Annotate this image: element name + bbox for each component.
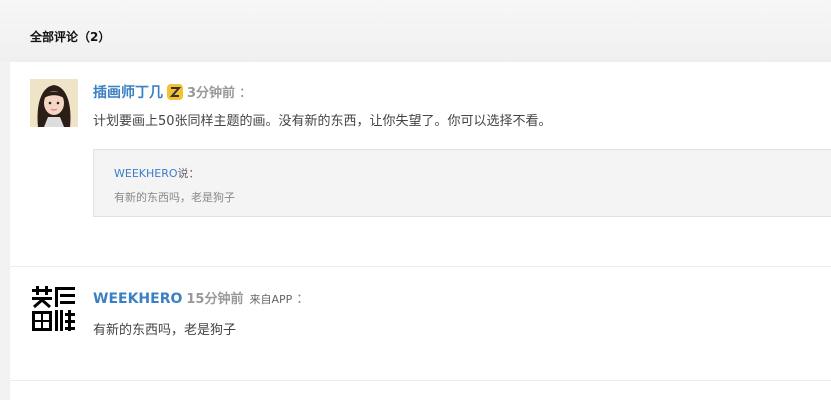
quote-text: 有新的东西吗，老是狗子 xyxy=(114,191,235,204)
z-badge-icon xyxy=(167,84,183,100)
comment-item: WEEKHERO 15分钟前 来自APP： 有新的东西吗，老是狗子 xyxy=(10,267,831,381)
comment-item: 插画师丁几 3分钟前： 计划要画上50张同样主题的画。没有新的东西，让你失望了。你… xyxy=(10,62,831,267)
comment-meta: WEEKHERO 15分钟前 来自APP： xyxy=(93,288,309,307)
meta-colon: ： xyxy=(296,292,310,307)
weekhero-logo-icon xyxy=(30,285,78,333)
quote-author: WEEKHERO说： xyxy=(114,165,200,181)
girl-avatar-icon xyxy=(30,79,78,127)
meta-colon: ： xyxy=(239,86,253,101)
comment-text: 计划要画上50张同样主题的画。没有新的东西，让你失望了。你可以选择不看。 xyxy=(93,114,552,129)
quote-said-label: 说： xyxy=(177,167,200,180)
comment-time: 3分钟前 xyxy=(187,86,236,101)
comment-meta: 插画师丁几 3分钟前： xyxy=(93,82,252,102)
quote-username-link[interactable]: WEEKHERO xyxy=(114,167,178,180)
comments-header: 全部评论（2） xyxy=(0,0,831,62)
comments-count-title: 全部评论（2） xyxy=(30,30,111,44)
username-link[interactable]: 插画师丁几 xyxy=(93,85,163,101)
avatar[interactable] xyxy=(30,79,78,127)
comments-panel: 插画师丁几 3分钟前： 计划要画上50张同样主题的画。没有新的东西，让你失望了。你… xyxy=(10,62,831,400)
quoted-reply: WEEKHERO说： 有新的东西吗，老是狗子 xyxy=(93,149,831,217)
comment-time: 15分钟前 xyxy=(186,292,244,307)
comment-source: 来自APP xyxy=(249,293,293,306)
avatar[interactable] xyxy=(30,285,78,333)
comment-text: 有新的东西吗，老是狗子 xyxy=(93,323,237,338)
username-link[interactable]: WEEKHERO xyxy=(93,291,182,307)
